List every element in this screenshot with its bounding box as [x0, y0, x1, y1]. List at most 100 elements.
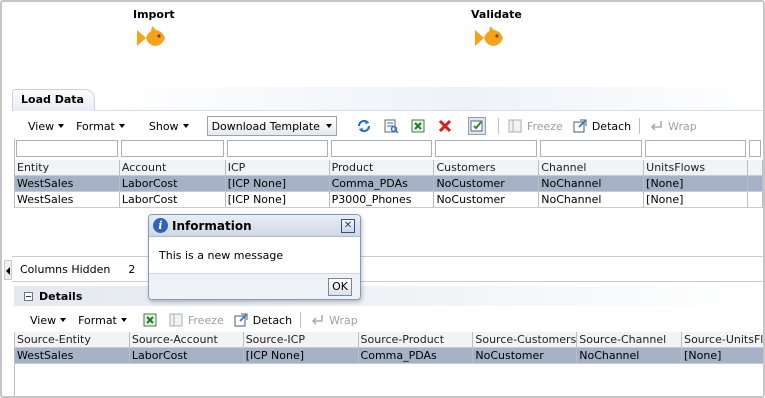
table-cell: Comma_PDAs: [329, 176, 435, 192]
freeze-label: Freeze: [187, 313, 224, 327]
chevron-down-icon: [325, 124, 332, 128]
freeze-button[interactable]: Freeze: [167, 311, 224, 329]
load-data-page: Import Validate Load Data View Format Sh…: [0, 0, 765, 398]
excel-export-icon[interactable]: [409, 117, 427, 135]
column-header: [748, 160, 763, 176]
delete-icon[interactable]: [436, 117, 454, 135]
column-header[interactable]: Product: [329, 160, 435, 176]
column-header[interactable]: Source-Product: [358, 332, 474, 348]
table-cell: P3000_Phones: [329, 192, 435, 208]
refresh-icon[interactable]: [355, 117, 373, 135]
column-header[interactable]: ICP: [225, 160, 330, 176]
column-header[interactable]: Source-Account: [129, 332, 244, 348]
columns-hidden-bar: Columns Hidden 2: [12, 256, 763, 282]
view-menu[interactable]: View: [28, 119, 65, 133]
table-cell: LaborCost: [129, 348, 244, 364]
dialog-titlebar[interactable]: i Information ✕: [149, 215, 360, 237]
fish-step-icon: [475, 26, 503, 46]
details-section-header[interactable]: Details: [14, 286, 763, 306]
collapse-icon[interactable]: [24, 291, 33, 301]
table-cell: NoCustomer: [473, 348, 578, 364]
column-header[interactable]: Entity: [15, 160, 120, 176]
freeze-icon: [167, 311, 185, 329]
excel-export-icon[interactable]: [141, 311, 159, 329]
table-cell: WestSales: [15, 348, 130, 364]
column-header[interactable]: Channel: [539, 160, 645, 176]
column-header[interactable]: Source-ICP: [243, 332, 359, 348]
detach-button[interactable]: Detach: [571, 117, 631, 135]
column-header-row: Entity Account ICP Product Customers Cha…: [15, 160, 763, 176]
filter-channel[interactable]: [539, 138, 645, 160]
table-cell: NoCustomer: [434, 176, 540, 192]
query-icon[interactable]: [382, 117, 400, 135]
tab-load-data[interactable]: Load Data: [12, 89, 95, 111]
column-header[interactable]: Source-UnitsFlo: [682, 332, 763, 348]
download-template-select[interactable]: Download Template: [206, 116, 337, 136]
view-menu[interactable]: View: [30, 314, 67, 327]
train-step-import[interactable]: Import: [133, 8, 175, 53]
step-label: Validate: [471, 8, 522, 21]
ok-button[interactable]: OK: [328, 278, 352, 296]
column-header[interactable]: UnitsFlows: [644, 160, 749, 176]
column-header[interactable]: Source-Customers: [473, 332, 578, 348]
format-menu-label: Format: [78, 313, 117, 327]
details-title: Details: [39, 289, 83, 303]
detach-icon: [232, 311, 250, 329]
table-cell: [None]: [682, 348, 763, 364]
format-menu[interactable]: Format: [76, 120, 125, 133]
train-step-validate[interactable]: Validate: [471, 8, 522, 53]
chevron-down-icon: [120, 318, 127, 322]
freeze-icon: [506, 117, 524, 135]
detach-label: Detach: [252, 313, 293, 327]
close-icon[interactable]: ✕: [341, 219, 355, 233]
filter-customers[interactable]: [434, 138, 540, 160]
column-header[interactable]: Source-Entity: [15, 332, 130, 348]
format-menu[interactable]: Format: [78, 314, 127, 327]
dialog-title: Information: [172, 218, 252, 233]
wrap-label: Wrap: [668, 119, 697, 133]
columns-hidden-count: 2: [128, 262, 136, 276]
chevron-down-icon: [182, 124, 189, 128]
show-menu[interactable]: Show: [149, 120, 189, 133]
filter-product[interactable]: [330, 138, 435, 160]
table-cell: NoCustomer: [434, 192, 540, 208]
step-label: Import: [133, 8, 175, 21]
filter-icp[interactable]: [226, 138, 330, 160]
table-row[interactable]: WestSales LaborCost [ICP None] Comma_PDA…: [15, 348, 763, 364]
wrap-label: Wrap: [329, 313, 358, 327]
filter-extra[interactable]: [748, 138, 763, 160]
table-row[interactable]: WestSales LaborCost [ICP None] P3000_Pho…: [15, 192, 763, 208]
tab-bar: Load Data: [12, 87, 762, 111]
chevron-down-icon: [58, 124, 65, 128]
table-cell: [ICP None]: [225, 192, 330, 208]
wrap-button[interactable]: Wrap: [308, 311, 358, 329]
format-menu-label: Format: [76, 119, 115, 133]
chevron-down-icon: [118, 124, 125, 128]
fish-step-icon: [137, 26, 165, 46]
table-cell: LaborCost: [119, 192, 226, 208]
freeze-button[interactable]: Freeze: [506, 117, 563, 135]
table-cell: [748, 192, 763, 208]
column-header[interactable]: Account: [119, 160, 226, 176]
detach-button[interactable]: Detach: [232, 311, 292, 329]
load-data-toolbar: View Format Show Download Template Freez…: [28, 114, 705, 138]
validate-icon[interactable]: [467, 117, 486, 135]
panel-splitter[interactable]: [4, 260, 12, 280]
table-cell: WestSales: [15, 192, 120, 208]
column-header[interactable]: Customers: [434, 160, 540, 176]
filter-unitsflows[interactable]: [644, 138, 749, 160]
table-cell: [ICP None]: [225, 176, 330, 192]
filter-account[interactable]: [120, 138, 226, 160]
view-menu-label: View: [28, 119, 55, 133]
download-template-label: Download Template: [211, 119, 320, 133]
column-header[interactable]: Source-Channel: [577, 332, 683, 348]
table-cell: [ICP None]: [243, 348, 359, 364]
details-toolbar: View Format Freeze Detach Wrap: [30, 308, 366, 332]
table-cell: WestSales: [15, 176, 120, 192]
table-row[interactable]: WestSales LaborCost [ICP None] Comma_PDA…: [15, 176, 763, 192]
filter-entity[interactable]: [15, 138, 120, 160]
table-cell: NoChannel: [539, 192, 645, 208]
wrap-button[interactable]: Wrap: [647, 117, 697, 135]
table-cell: Comma_PDAs: [358, 348, 474, 364]
information-dialog: i Information ✕ This is a new message OK: [148, 214, 361, 300]
